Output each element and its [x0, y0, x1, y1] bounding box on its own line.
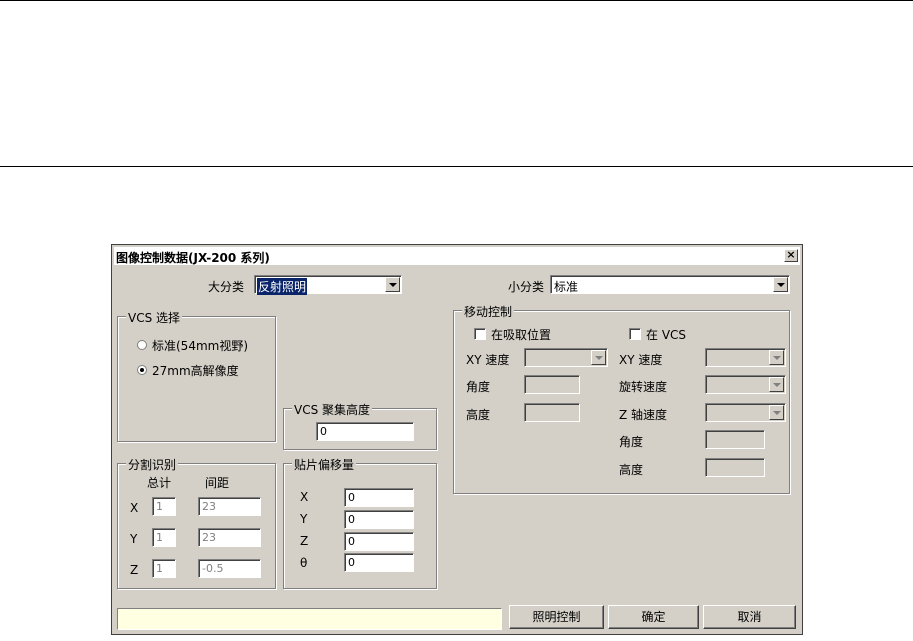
vcs-check-label: 在 VCS	[646, 328, 687, 342]
image-control-dialog: 图像控制数据(JX-200 系列) × 大分类 反射照明 小分类 标准 VCS …	[111, 244, 803, 635]
split-axis-z: Z	[130, 563, 139, 577]
left-angle-label: 角度	[466, 380, 491, 394]
split-recognition-group: 分割识别 总计 间距 X 1 23 Y 1 23 Z 1 -0.5	[117, 456, 276, 589]
right-rot-speed-select[interactable]	[705, 375, 786, 394]
chevron-down-icon[interactable]	[773, 277, 788, 292]
major-category-label: 大分类	[208, 280, 245, 294]
right-z-speed-label: Z 轴速度	[619, 408, 668, 422]
left-height-label: 高度	[466, 408, 491, 422]
right-angle-input[interactable]	[705, 430, 765, 449]
light-control-button[interactable]: 照明控制	[509, 605, 604, 629]
status-field	[117, 608, 502, 630]
offset-y-input[interactable]: 0	[344, 510, 414, 529]
dialog-title: 图像控制数据(JX-200 系列)	[116, 251, 270, 265]
vcs-select-group: VCS 选择 标准(54mm视野) 27mm高解像度	[117, 309, 276, 442]
right-z-speed-select[interactable]	[705, 403, 786, 422]
split-z-total[interactable]: 1	[152, 559, 176, 578]
close-button[interactable]: ×	[784, 249, 798, 262]
pick-position-checkbox[interactable]	[474, 328, 486, 340]
offset-z-input[interactable]: 0	[344, 532, 414, 551]
move-legend: 移动控制	[462, 303, 515, 320]
right-xy-speed-select[interactable]	[705, 348, 786, 367]
offset-axis-x: X	[300, 490, 309, 504]
title-bar: 图像控制数据(JX-200 系列) ×	[114, 247, 800, 265]
split-col-total: 总计	[147, 476, 172, 490]
minor-category-value: 标准	[554, 280, 579, 294]
right-angle-label: 角度	[619, 435, 644, 449]
middle-rule	[0, 166, 913, 167]
left-height-input[interactable]	[524, 403, 580, 422]
split-y-total[interactable]: 1	[152, 528, 176, 547]
chevron-down-icon[interactable]	[591, 350, 606, 365]
right-height-label: 高度	[619, 463, 644, 477]
minor-category-select[interactable]: 标准	[550, 275, 790, 294]
radio-high-res-label: 27mm高解像度	[152, 364, 239, 378]
vcs-select-legend: VCS 选择	[126, 309, 183, 326]
left-xy-speed-select[interactable]	[524, 348, 608, 367]
offset-theta-input[interactable]: 0	[344, 553, 414, 572]
vcs-focus-legend: VCS 聚集高度	[292, 401, 373, 418]
radio-standard-label: 标准(54mm视野)	[152, 339, 249, 353]
chevron-down-icon[interactable]	[769, 405, 784, 420]
split-axis-x: X	[130, 501, 139, 515]
offset-axis-theta: θ	[300, 556, 308, 570]
chevron-down-icon[interactable]	[769, 377, 784, 392]
placement-offset-group: 贴片偏移量 X 0 Y 0 Z 0 θ 0	[283, 456, 437, 589]
split-y-pitch[interactable]: 23	[198, 528, 261, 547]
offset-axis-y: Y	[300, 512, 308, 526]
vcs-checkbox[interactable]	[629, 328, 641, 340]
major-category-value: 反射照明	[257, 278, 308, 295]
pick-position-label: 在吸取位置	[491, 328, 552, 342]
split-x-total[interactable]: 1	[152, 497, 176, 516]
movement-control-group: 移动控制 在吸取位置 在 VCS XY 速度 角度 高度 XY 速度 旋转速度 …	[453, 303, 790, 494]
split-x-pitch[interactable]: 23	[198, 497, 261, 516]
ok-button[interactable]: 确定	[608, 605, 699, 629]
right-height-input[interactable]	[705, 458, 765, 477]
left-xy-speed-label: XY 速度	[466, 353, 510, 367]
minor-category-label: 小分类	[508, 280, 545, 294]
chevron-down-icon[interactable]	[769, 350, 784, 365]
offset-x-input[interactable]: 0	[344, 488, 414, 507]
split-z-pitch[interactable]: -0.5	[198, 559, 261, 578]
split-legend: 分割识别	[126, 456, 179, 473]
split-col-pitch: 间距	[205, 476, 230, 490]
right-rot-speed-label: 旋转速度	[619, 380, 668, 394]
chevron-down-icon[interactable]	[385, 277, 400, 292]
radio-high-res[interactable]	[137, 365, 147, 375]
vcs-focus-input[interactable]: 0	[316, 422, 414, 441]
left-angle-input[interactable]	[524, 375, 580, 394]
offset-axis-z: Z	[300, 534, 309, 548]
right-xy-speed-label: XY 速度	[619, 353, 663, 367]
vcs-focus-group: VCS 聚集高度 0	[283, 401, 437, 450]
cancel-button[interactable]: 取消	[703, 605, 796, 629]
radio-standard[interactable]	[137, 340, 147, 350]
offset-legend: 贴片偏移量	[292, 456, 357, 473]
top-rule	[0, 0, 913, 1]
major-category-select[interactable]: 反射照明	[254, 275, 402, 295]
split-axis-y: Y	[130, 532, 138, 546]
